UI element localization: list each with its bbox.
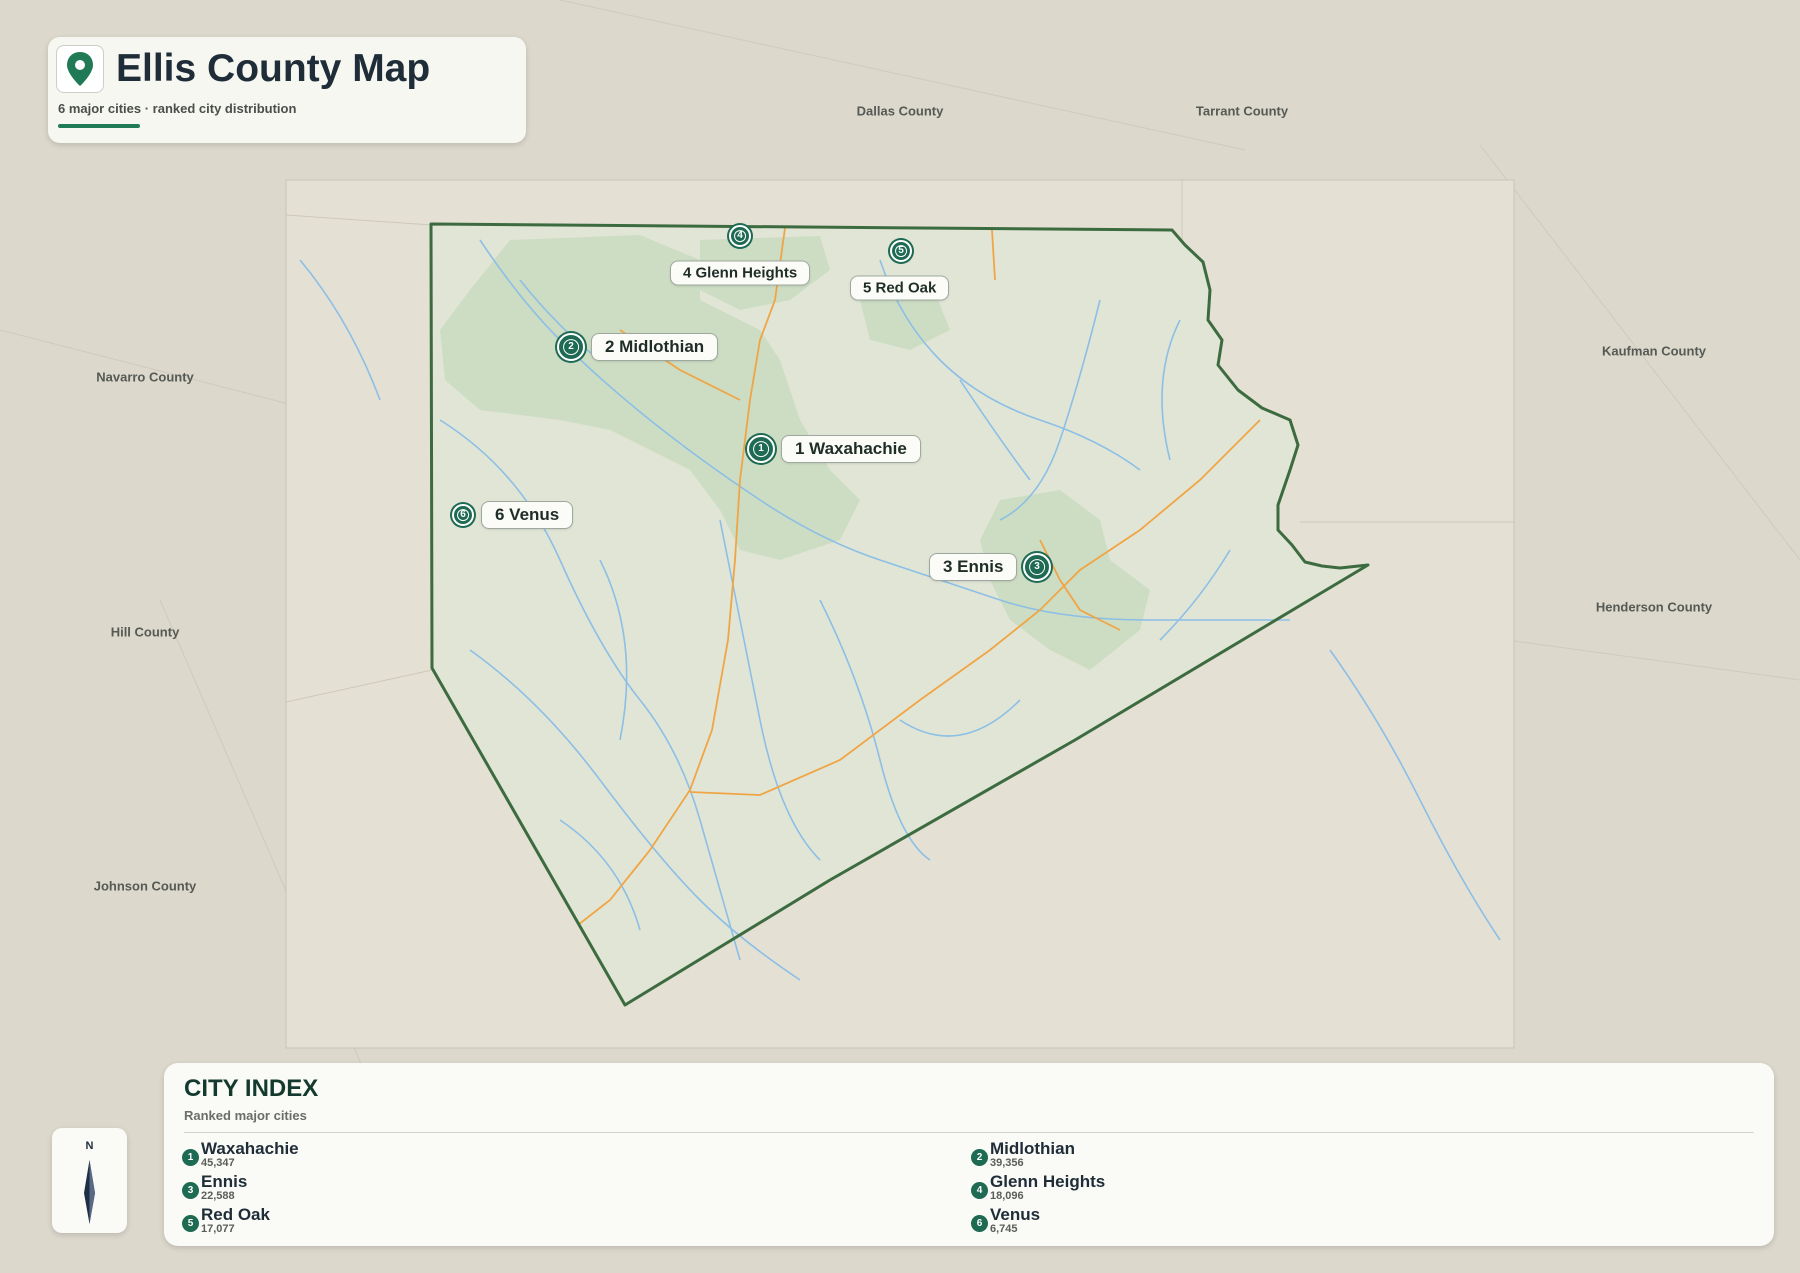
city-label-waxahachie[interactable]: 1 Waxahachie xyxy=(781,435,921,463)
index-city-name: Ennis xyxy=(201,1172,248,1191)
compass: N xyxy=(52,1128,127,1233)
rank-badge: 1 xyxy=(182,1149,199,1166)
map-pin-icon xyxy=(56,45,104,93)
city-marker-waxahachie[interactable]: 1 xyxy=(747,435,775,463)
index-city-name: Glenn Heights xyxy=(990,1172,1106,1191)
city-label-ennis[interactable]: 3 Ennis xyxy=(929,553,1018,581)
divider xyxy=(184,1132,1754,1133)
neighbor-label-henderson: Henderson County xyxy=(1595,599,1713,615)
index-city-name: Red Oak xyxy=(201,1205,270,1224)
index-city-population: 18,096 xyxy=(990,1190,1024,1202)
neighbor-label-kaufman: Kaufman County xyxy=(1602,343,1706,359)
index-city-name: Midlothian xyxy=(990,1139,1075,1158)
neighbor-label-dallas: Dallas County xyxy=(856,103,944,119)
neighbor-label-tarrant: Tarrant County xyxy=(1195,103,1289,119)
page-title: Ellis County Map xyxy=(116,47,431,90)
index-city-population: 22,588 xyxy=(201,1190,235,1202)
city-index-panel: CITY INDEX Ranked major cities 1 Waxahac… xyxy=(164,1063,1774,1246)
city-index-title: CITY INDEX xyxy=(184,1075,319,1102)
city-label-midlothian[interactable]: 2 Midlothian xyxy=(591,333,719,361)
city-label-venus[interactable]: 6 Venus xyxy=(481,501,574,529)
compass-arrow-icon xyxy=(84,1160,95,1224)
city-index-subtitle: Ranked major cities xyxy=(184,1108,307,1123)
rank-badge: 6 xyxy=(971,1215,988,1232)
rank-badge: 5 xyxy=(182,1215,199,1232)
index-city-name: Venus xyxy=(990,1205,1041,1224)
rank-badge: 3 xyxy=(182,1182,199,1199)
rank-badge: 2 xyxy=(971,1149,988,1166)
city-label-red-oak[interactable]: 5 Red Oak xyxy=(850,275,950,301)
rank-badge: 4 xyxy=(971,1182,988,1199)
city-marker-red-oak[interactable]: 5 xyxy=(890,240,912,262)
neighbor-label-hill: Hill County xyxy=(110,624,180,640)
index-city-population: 17,077 xyxy=(201,1223,235,1235)
city-marker-venus[interactable]: 6 xyxy=(452,504,474,526)
neighbor-label-johnson: Johnson County xyxy=(93,878,197,894)
index-city-name: Waxahachie xyxy=(201,1139,299,1158)
index-city-population: 6,745 xyxy=(990,1223,1018,1235)
page-subtitle: 6 major cities · ranked city distributio… xyxy=(58,101,297,116)
neighbor-label-navarro: Navarro County xyxy=(96,369,194,385)
title-underline xyxy=(58,124,140,128)
city-marker-midlothian[interactable]: 2 xyxy=(557,333,585,361)
title-card: Ellis County Map 6 major cities · ranked… xyxy=(48,37,526,143)
city-label-glenn-heights[interactable]: 4 Glenn Heights xyxy=(670,260,811,286)
index-city-population: 45,347 xyxy=(201,1157,235,1169)
city-marker-glenn-heights[interactable]: 4 xyxy=(729,225,751,247)
city-marker-ennis[interactable]: 3 xyxy=(1023,553,1051,581)
index-city-population: 39,356 xyxy=(990,1157,1024,1169)
